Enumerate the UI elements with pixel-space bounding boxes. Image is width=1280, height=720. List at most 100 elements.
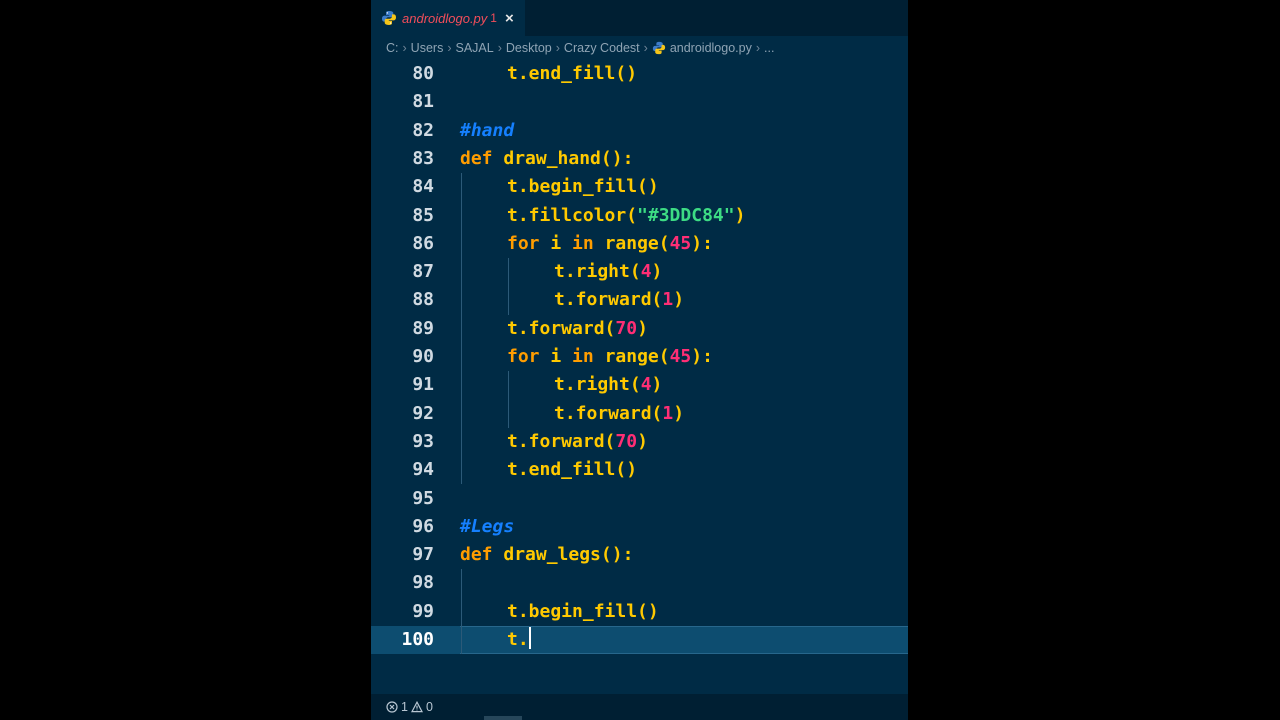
breadcrumb-sajal[interactable]: SAJAL (456, 41, 494, 55)
code-text[interactable]: t.begin_fill() (507, 173, 659, 201)
breadcrumb-drive[interactable]: C: (386, 41, 399, 55)
code-line[interactable]: 85 t.fillcolor("#3DDC84") (371, 202, 908, 230)
line-number: 94 (412, 459, 434, 481)
code-line[interactable]: 97 def draw_legs(): (371, 541, 908, 569)
code-text[interactable]: t. (507, 626, 531, 654)
code-token: t.fillcolor( (507, 204, 638, 226)
code-text[interactable]: t.forward(70) (507, 315, 648, 343)
horizontal-scrollbar[interactable] (484, 716, 522, 720)
code-line[interactable]: 96 #Legs (371, 513, 908, 541)
code-text[interactable]: for i in range(45): (507, 343, 713, 371)
code-area[interactable]: 80 t.end_fill() 81 82 #hand 83 def draw_hand()… (371, 60, 908, 690)
code-token: #Legs (460, 515, 515, 537)
code-line[interactable]: 88 t.forward(1) (371, 286, 908, 314)
code-line[interactable]: 99 t.begin_fill() (371, 598, 908, 626)
code-token: ) (673, 402, 685, 424)
code-token: 45 (669, 232, 692, 254)
chevron-right-icon: › (402, 41, 407, 55)
code-text[interactable]: t.forward(1) (554, 400, 684, 428)
problems-indicator[interactable]: 1 0 (386, 700, 433, 714)
code-line[interactable]: 89 t.forward(70) (371, 315, 908, 343)
code-token: t. (507, 629, 529, 650)
code-text[interactable]: #hand (460, 117, 514, 145)
tab-filename: androidlogo.py (402, 10, 488, 26)
code-text[interactable]: t.end_fill() (507, 60, 637, 88)
chevron-right-icon: › (497, 41, 502, 55)
code-token: t.forward( (507, 317, 616, 339)
code-text[interactable]: t.fillcolor("#3DDC84") (507, 202, 745, 230)
breadcrumb-symbol[interactable]: ... (764, 41, 774, 55)
code-token: ) (734, 204, 746, 226)
code-token: ): (691, 346, 713, 367)
code-line[interactable]: 94 t.end_fill() (371, 456, 908, 484)
code-line[interactable]: 83 def draw_hand(): (371, 145, 908, 173)
chevron-right-icon: › (555, 41, 560, 55)
code-line[interactable]: 82 #hand (371, 117, 908, 145)
code-line[interactable]: 81 (371, 88, 908, 116)
code-text[interactable]: t.begin_fill() (507, 598, 659, 626)
code-line[interactable]: 80 t.end_fill() (371, 60, 908, 88)
tab-problem-count: 1 (490, 11, 497, 25)
line-number: 86 (412, 232, 434, 254)
line-number: 80 (412, 63, 434, 84)
code-text[interactable]: def draw_legs(): (460, 541, 633, 569)
code-editor[interactable]: androidlogo.py 1 × C: › Users › SAJAL › … (371, 0, 908, 720)
tab-close-icon[interactable]: × (505, 10, 514, 27)
code-token: 70 (615, 317, 638, 339)
code-line[interactable]: 90 for i in range(45): (371, 343, 908, 371)
code-line[interactable]: 87 t.right(4) (371, 258, 908, 286)
code-text[interactable]: #Legs (460, 513, 514, 541)
line-number: 100 (401, 629, 434, 650)
code-line[interactable]: 92 t.forward(1) (371, 400, 908, 428)
code-token: in (572, 346, 605, 367)
code-text[interactable]: t.end_fill() (507, 456, 637, 484)
breadcrumb-desktop[interactable]: Desktop (506, 41, 552, 55)
code-token: range( (604, 232, 670, 254)
error-icon (386, 701, 398, 713)
code-line[interactable]: 98 (371, 569, 908, 597)
code-token: for (507, 232, 551, 254)
code-token: ) (637, 430, 648, 452)
code-token: 70 (615, 430, 638, 452)
indent-guide (508, 371, 509, 428)
line-number: 92 (412, 402, 434, 424)
line-number: 99 (412, 600, 434, 622)
code-token: t.right( (554, 374, 641, 396)
line-number: 97 (412, 544, 434, 566)
code-line[interactable]: 95 (371, 485, 908, 513)
python-icon (382, 11, 396, 25)
code-token: ): (691, 232, 713, 254)
tab-androidlogo[interactable]: androidlogo.py 1 × (371, 0, 525, 36)
code-token: i (550, 232, 573, 254)
code-text[interactable]: for i in range(45): (507, 230, 713, 258)
code-line[interactable]: 86 for i in range(45): (371, 230, 908, 258)
line-number: 89 (412, 317, 434, 339)
code-token: draw_hand(): (503, 147, 634, 169)
code-text[interactable]: t.forward(70) (507, 428, 648, 456)
code-token: ) (651, 374, 663, 396)
line-number: 88 (412, 289, 434, 311)
code-line[interactable]: 91 t.right(4) (371, 371, 908, 399)
code-text[interactable]: def draw_hand(): (460, 145, 633, 173)
code-text[interactable]: t.right(4) (554, 258, 662, 286)
breadcrumb-folder[interactable]: Crazy Codest (564, 41, 640, 55)
code-token: t.forward( (507, 430, 616, 452)
breadcrumb-users[interactable]: Users (411, 41, 444, 55)
code-line-active[interactable]: 100 t. (371, 626, 908, 655)
indent-guide (461, 173, 462, 485)
code-token: in (572, 232, 605, 254)
line-number: 96 (412, 515, 434, 537)
code-token: i (550, 346, 573, 367)
code-text[interactable]: t.forward(1) (554, 286, 684, 314)
chevron-right-icon: › (643, 41, 648, 55)
code-token: ) (651, 261, 663, 283)
line-number: 95 (412, 487, 434, 509)
code-token: t.right( (554, 261, 641, 283)
breadcrumb-file[interactable]: androidlogo.py (670, 41, 752, 55)
code-token: t.begin_fill() (507, 600, 659, 622)
error-count: 1 (401, 700, 408, 714)
warning-count: 0 (425, 700, 433, 714)
code-text[interactable]: t.right(4) (554, 371, 662, 399)
code-line[interactable]: 93 t.forward(70) (371, 428, 908, 456)
code-line[interactable]: 84 t.begin_fill() (371, 173, 908, 201)
